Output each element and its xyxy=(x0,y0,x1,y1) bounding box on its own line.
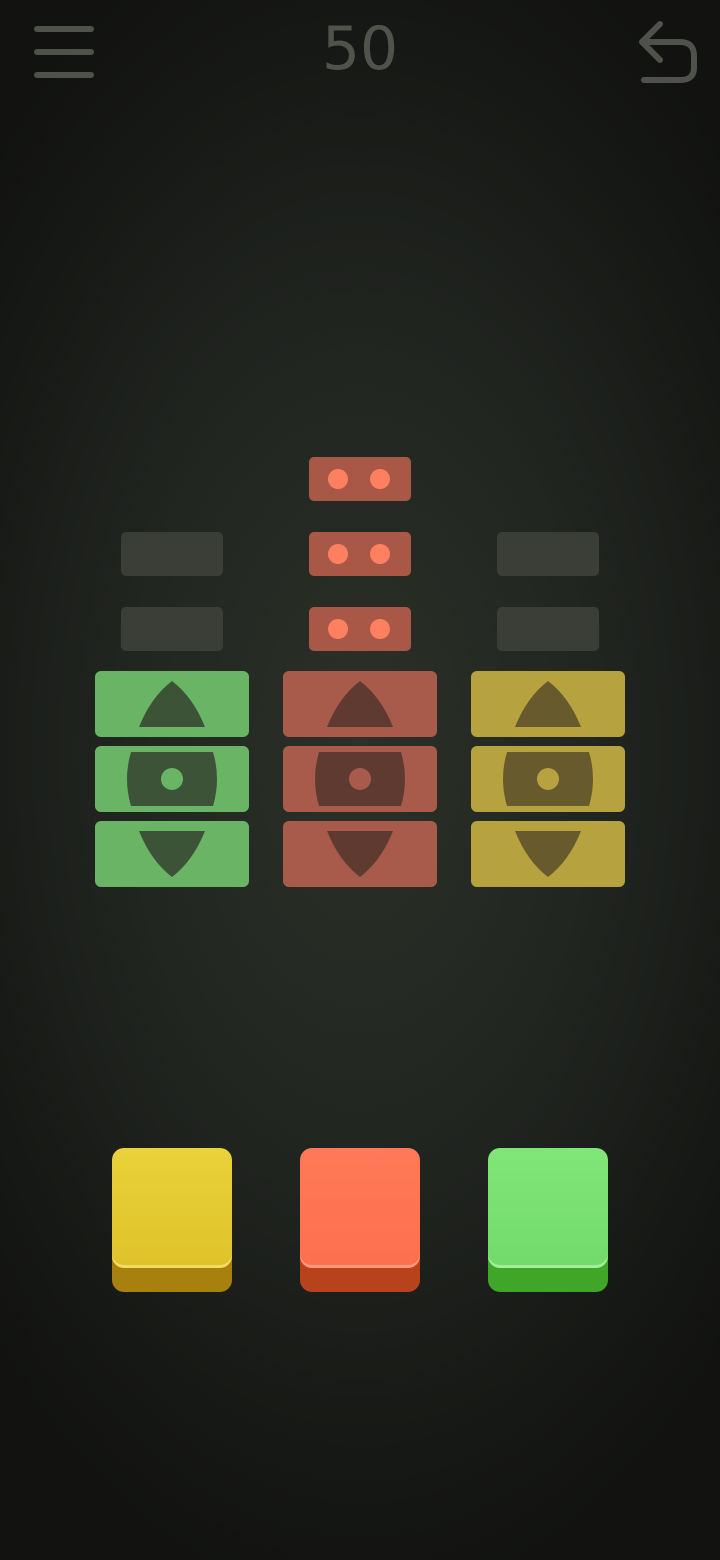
tile-up xyxy=(283,671,437,737)
button-face xyxy=(300,1148,420,1268)
button-face xyxy=(112,1148,232,1268)
tile-down xyxy=(95,821,249,887)
slot-empty xyxy=(497,607,599,651)
red-button[interactable] xyxy=(300,1148,420,1292)
tile-up xyxy=(471,671,625,737)
tile-up xyxy=(95,671,249,737)
top-bar: 50 xyxy=(0,0,720,110)
undo-button[interactable] xyxy=(630,16,704,90)
green-button[interactable] xyxy=(488,1148,608,1292)
slot-empty xyxy=(497,532,599,576)
slot-empty xyxy=(121,532,223,576)
score-counter: 50 xyxy=(321,14,399,84)
tile-down xyxy=(283,821,437,887)
tile-center xyxy=(283,746,437,812)
column-yellow xyxy=(471,455,627,895)
tile-center xyxy=(95,746,249,812)
column-green xyxy=(95,455,251,895)
column-red xyxy=(283,455,439,895)
slot-filled xyxy=(309,532,411,576)
menu-button[interactable] xyxy=(30,20,100,86)
slot-filled xyxy=(309,457,411,501)
undo-arrow-icon xyxy=(639,21,697,83)
tile-down xyxy=(471,821,625,887)
button-face xyxy=(488,1148,608,1268)
slot-filled xyxy=(309,607,411,651)
tile-center xyxy=(471,746,625,812)
slot-empty xyxy=(121,607,223,651)
yellow-button[interactable] xyxy=(112,1148,232,1292)
